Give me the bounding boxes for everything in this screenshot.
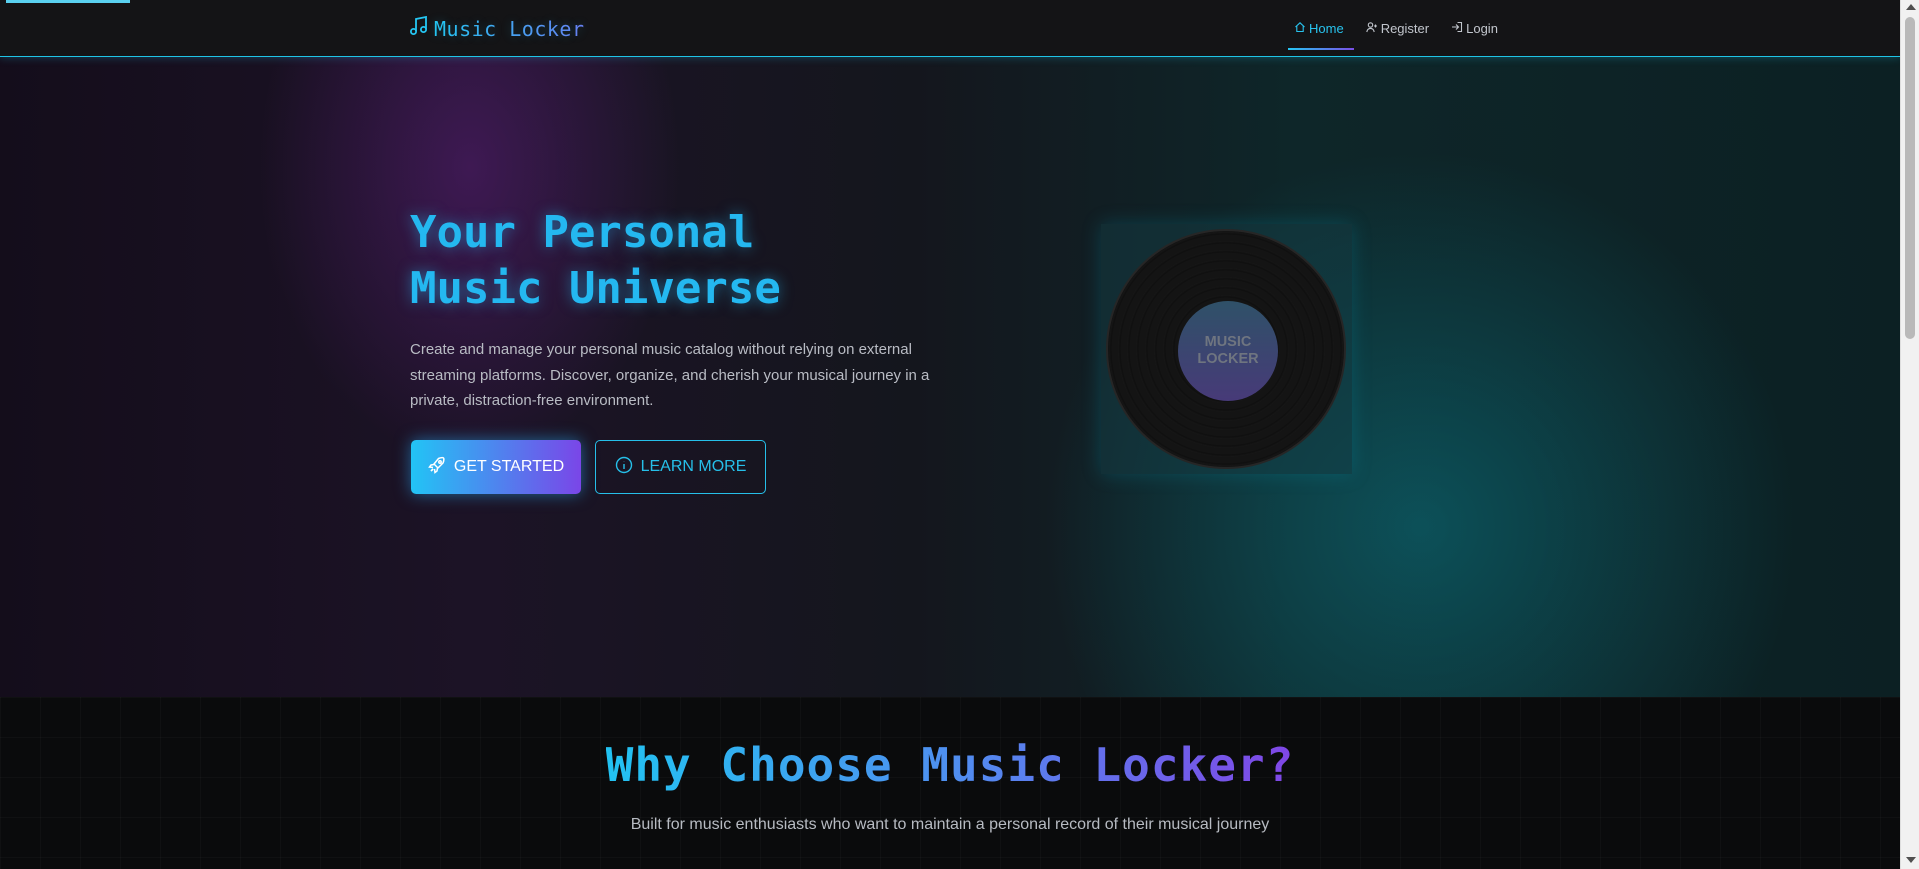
hero-title-line-1: Your Personal xyxy=(410,207,755,258)
brand-name: Music Locker xyxy=(434,16,585,41)
info-icon xyxy=(615,456,633,479)
get-started-label: GET STARTED xyxy=(453,458,565,475)
hero-section: Your Personal Music Universe Create and … xyxy=(0,57,1900,697)
brand-logo[interactable]: Music Locker xyxy=(410,15,585,41)
vinyl-label: MUSIC LOCKER xyxy=(1178,301,1278,401)
scrollbar-thumb[interactable] xyxy=(1905,17,1915,339)
nav-link-login[interactable]: Login xyxy=(1447,0,1502,57)
nav-links: Home Register Login xyxy=(1288,0,1502,57)
nav-link-label: Login xyxy=(1466,21,1498,36)
hero-description: Create and manage your personal music ca… xyxy=(410,341,930,409)
learn-more-button[interactable]: LEARN MORE xyxy=(595,440,766,494)
nav-link-register[interactable]: Register xyxy=(1362,0,1433,57)
rocket-icon xyxy=(428,456,446,479)
nav-link-label: Home xyxy=(1309,21,1344,36)
hero-title: Your Personal Music Universe xyxy=(410,205,930,317)
learn-more-label: LEARN MORE xyxy=(640,458,747,475)
features-section: Why Choose Music Locker? Built for music… xyxy=(0,697,1900,869)
get-started-button[interactable]: GET STARTED xyxy=(411,440,581,494)
nav-link-home[interactable]: Home xyxy=(1288,0,1354,57)
vinyl-record-card: MUSIC LOCKER xyxy=(1101,224,1352,474)
page-load-progress xyxy=(6,0,130,3)
vertical-scrollbar[interactable] xyxy=(1900,0,1919,869)
features-title-text: Why Choose Music Locker? xyxy=(605,738,1295,792)
hero-title-line-2: Music Universe xyxy=(410,263,781,314)
scroll-up-arrow-icon[interactable] xyxy=(1906,4,1916,10)
home-icon xyxy=(1294,21,1306,36)
page: Music Locker Home Register Login Your Pe… xyxy=(0,0,1900,869)
music-note-icon xyxy=(410,15,428,41)
vinyl-record-icon: MUSIC LOCKER xyxy=(1106,229,1346,469)
navbar: Music Locker Home Register Login xyxy=(0,0,1900,57)
features-subtitle: Built for music enthusiasts who want to … xyxy=(630,816,1270,833)
features-title: Why Choose Music Locker? xyxy=(0,738,1900,792)
login-icon xyxy=(1451,21,1463,36)
user-plus-icon xyxy=(1365,21,1378,36)
nav-link-label: Register xyxy=(1380,21,1430,36)
scroll-down-arrow-icon[interactable] xyxy=(1906,857,1916,863)
